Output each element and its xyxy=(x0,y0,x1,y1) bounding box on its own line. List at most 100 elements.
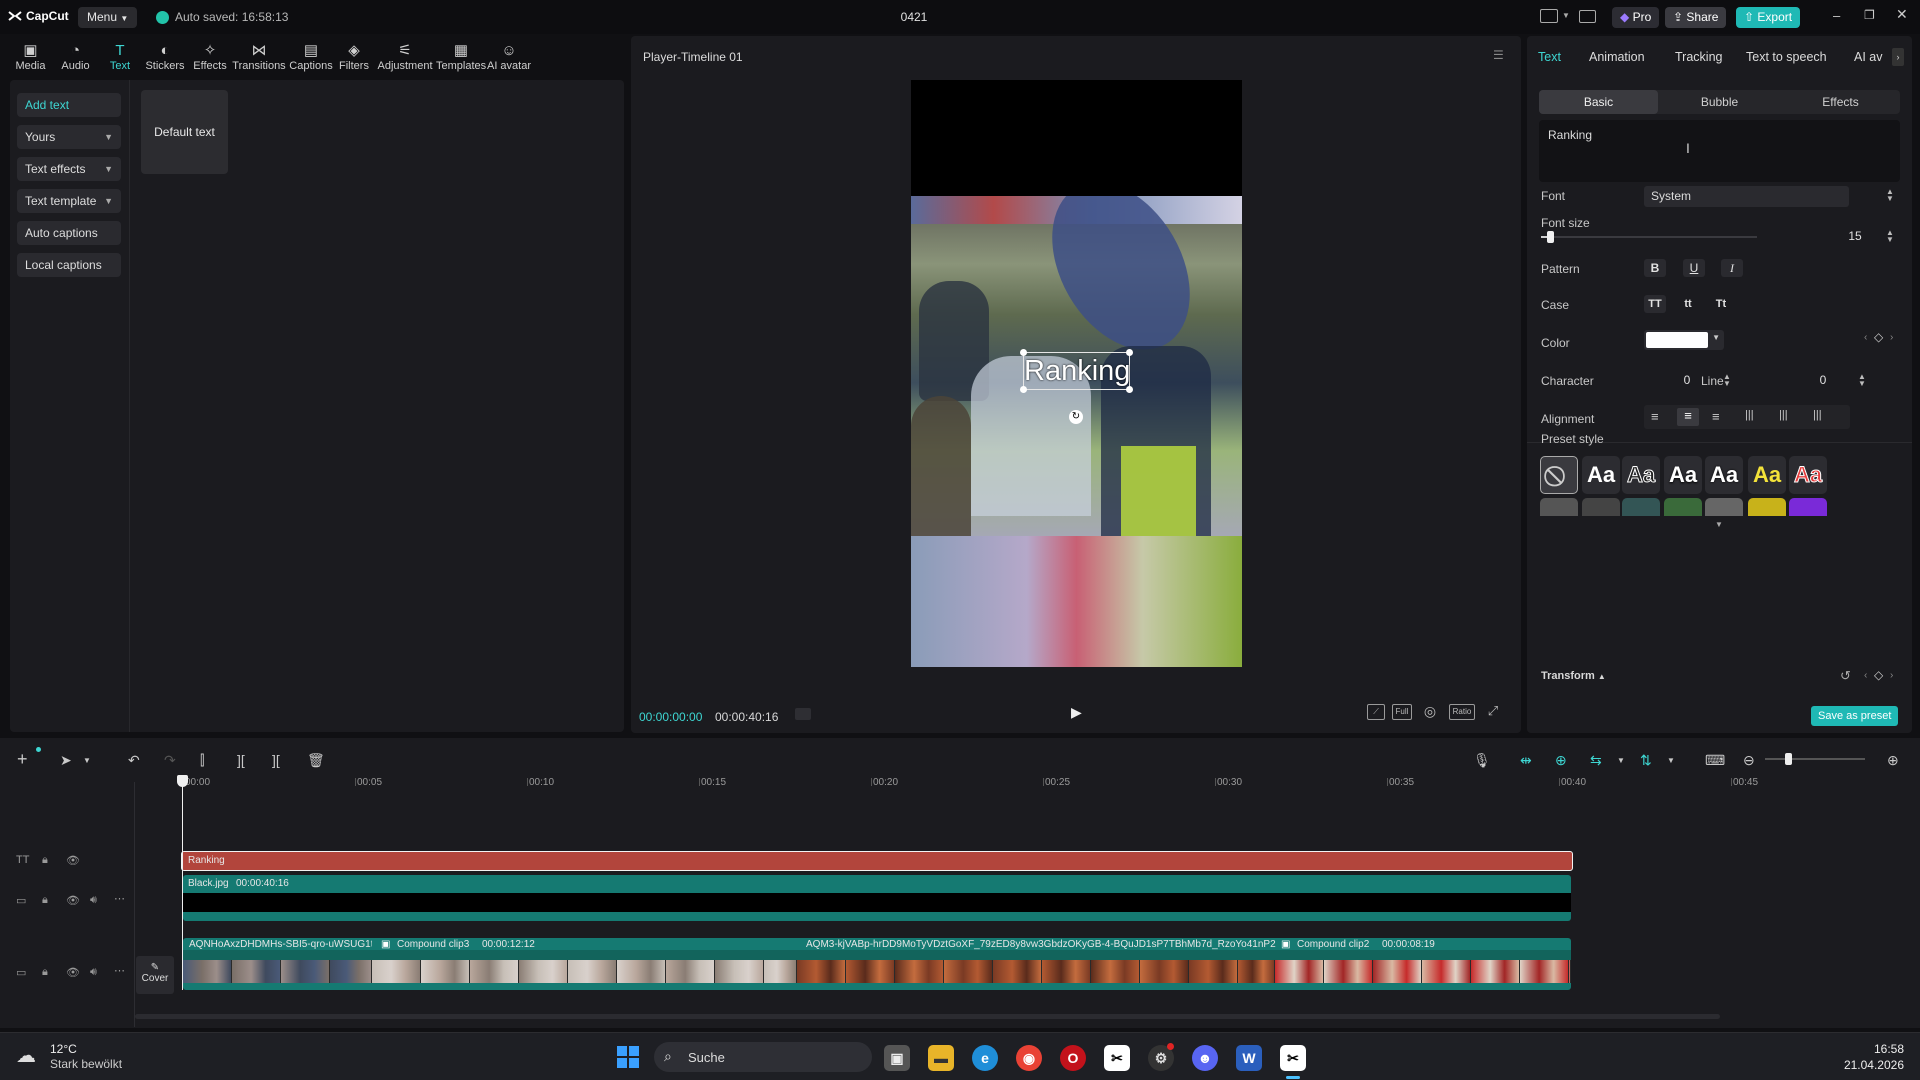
preset-style-5[interactable]: Aa xyxy=(1748,456,1786,494)
tab-tracking[interactable]: Tracking xyxy=(1675,50,1722,64)
preset-style-4[interactable]: Aa xyxy=(1705,456,1743,494)
italic-button[interactable]: I xyxy=(1721,259,1743,277)
pro-button[interactable]: ◆ Pro xyxy=(1612,7,1660,28)
preset-style-1[interactable]: Aa xyxy=(1582,456,1620,494)
split-icon[interactable]: ⫿ xyxy=(200,752,204,769)
weather-temp[interactable]: 12°C xyxy=(50,1042,77,1056)
link-clips-icon[interactable]: ⇹ xyxy=(1520,752,1532,769)
split-right-icon[interactable]: ][ xyxy=(272,752,280,768)
zoom-slider[interactable] xyxy=(1765,753,1865,765)
subtab-effects[interactable]: Effects xyxy=(1781,90,1900,114)
shortcuts-icon[interactable] xyxy=(1579,10,1596,23)
snap-dropdown-icon[interactable]: ▼ xyxy=(1617,756,1625,765)
character-spacing-stepper-icon[interactable]: ▲ ▼ xyxy=(1723,373,1731,388)
eye-icon[interactable]: 👁︎ xyxy=(66,854,80,867)
maximize-icon[interactable]: ❐ xyxy=(1864,8,1875,22)
share-button[interactable]: ⇪ Share xyxy=(1665,7,1727,28)
category-add-text[interactable]: Add text xyxy=(17,93,121,117)
discord-icon[interactable]: ☻ xyxy=(1192,1045,1218,1071)
tool-audio[interactable]: ◔ Audio xyxy=(51,36,100,78)
select-tool-dropdown-icon[interactable]: ▼ xyxy=(83,756,91,765)
font-size-slider-knob[interactable] xyxy=(1546,231,1554,243)
layout-dropdown-icon[interactable]: ▼ xyxy=(1562,11,1570,20)
tab-animation[interactable]: Animation xyxy=(1589,50,1645,64)
font-size-value[interactable]: 15 xyxy=(1845,227,1865,245)
preset-style-row2-5[interactable] xyxy=(1748,498,1786,516)
tool-captions[interactable]: ▤ Captions xyxy=(288,36,334,78)
keyframe-prev-icon[interactable]: ‹ xyxy=(1864,332,1867,343)
tool-adjustment[interactable]: ⚟ Adjustment xyxy=(374,36,436,78)
add-track-icon[interactable]: + xyxy=(17,749,28,770)
transform-keyframe-icon[interactable]: ◇ xyxy=(1874,668,1883,682)
ratio-button[interactable]: Ratio xyxy=(1449,704,1475,720)
lock-icon[interactable]: 🔒︎ xyxy=(42,854,48,867)
subtab-bubble[interactable]: Bubble xyxy=(1660,90,1779,114)
select-tool-icon[interactable]: ➤ xyxy=(60,752,72,769)
tool-filters[interactable]: ◈ Filters xyxy=(334,36,374,78)
eye-icon[interactable]: 👁︎ xyxy=(66,894,80,907)
snapshot-icon[interactable]: ◎ xyxy=(1421,704,1439,720)
tool-stickers[interactable]: ◐ Stickers xyxy=(140,36,190,78)
transform-keyframe-prev-icon[interactable]: ‹ xyxy=(1864,670,1867,681)
transform-section[interactable]: Transform ▲ xyxy=(1541,670,1606,682)
tool-templates[interactable]: ▦ Templates xyxy=(436,36,486,78)
preview-axis-icon[interactable]: ⇅ xyxy=(1640,752,1652,769)
subtitle-icon[interactable]: ⌨ xyxy=(1705,752,1725,769)
underline-button[interactable]: U xyxy=(1683,259,1705,277)
taskbar-search[interactable]: ⌕ Suche xyxy=(654,1042,872,1072)
layout-icon[interactable] xyxy=(1540,9,1558,23)
color-picker[interactable]: ▼ xyxy=(1644,330,1724,350)
player-menu-icon[interactable]: ☰ xyxy=(1493,48,1507,62)
eye-icon[interactable]: 👁︎ xyxy=(66,966,80,979)
preset-none-icon[interactable]: ⃠ xyxy=(1540,456,1578,494)
export-button[interactable]: ⇧ Export xyxy=(1736,7,1801,28)
zoom-out-icon[interactable]: ⊖ xyxy=(1743,752,1755,769)
rotate-handle-icon[interactable]: ↻ xyxy=(1069,410,1083,424)
category-text-effects[interactable]: Text effects ▼ xyxy=(17,157,121,181)
timeline-scrollbar[interactable] xyxy=(135,1014,1720,1019)
split-left-icon[interactable]: ][ xyxy=(237,752,245,768)
playhead[interactable] xyxy=(182,780,183,990)
tab-text-to-speech[interactable]: Text to speech xyxy=(1746,50,1827,64)
cover-button[interactable]: ✎ Cover xyxy=(136,956,174,994)
preset-style-row2-0[interactable] xyxy=(1540,498,1578,516)
category-auto-captions[interactable]: Auto captions xyxy=(17,221,121,245)
tab-ai-avatar[interactable]: AI av xyxy=(1854,50,1883,64)
chevron-right-icon[interactable]: › xyxy=(1892,48,1904,66)
line-spacing-value[interactable]: 0 xyxy=(1813,371,1833,389)
preset-style-6[interactable]: Aa xyxy=(1789,456,1827,494)
preview-axis-dropdown-icon[interactable]: ▼ xyxy=(1667,756,1675,765)
default-text-card[interactable]: Default text xyxy=(141,90,228,174)
more-icon[interactable]: ⋯ xyxy=(114,892,125,905)
font-size-stepper-icon[interactable]: ▲ ▼ xyxy=(1886,229,1894,244)
category-local-captions[interactable]: Local captions xyxy=(17,253,121,277)
category-text-template[interactable]: Text template ▼ xyxy=(17,189,121,213)
preset-style-row2-1[interactable] xyxy=(1582,498,1620,516)
play-icon[interactable]: ▶ xyxy=(1071,704,1082,721)
preset-style-row2-4[interactable] xyxy=(1705,498,1743,516)
close-icon[interactable]: ✕ xyxy=(1896,6,1908,23)
tool-effects[interactable]: ✧ Effects xyxy=(190,36,230,78)
tool-media[interactable]: ▣ Media xyxy=(10,36,51,78)
chrome-icon[interactable]: ◉ xyxy=(1016,1045,1042,1071)
weather-desc[interactable]: Stark bewölkt xyxy=(50,1057,122,1071)
align-top-icon[interactable]: ||| xyxy=(1745,409,1754,421)
transform-keyframe-next-icon[interactable]: › xyxy=(1890,670,1893,681)
playhead-handle[interactable] xyxy=(177,775,188,787)
lock-icon[interactable]: 🔒︎ xyxy=(42,894,48,907)
microphone-icon[interactable]: 🎙 xyxy=(1473,752,1491,769)
word-icon[interactable]: W xyxy=(1236,1045,1262,1071)
case-uppercase-button[interactable]: TT xyxy=(1644,295,1666,313)
minimize-icon[interactable]: – xyxy=(1833,8,1840,23)
line-spacing-stepper-icon[interactable]: ▲ ▼ xyxy=(1858,373,1866,388)
capcut-active-taskbar-icon[interactable]: ✂ xyxy=(1280,1045,1306,1071)
keyframe-diamond-icon[interactable]: ◇ xyxy=(1874,330,1883,344)
timecode-grid-icon[interactable] xyxy=(795,708,811,720)
align-bottom-icon[interactable]: ||| xyxy=(1813,409,1822,421)
resize-handle[interactable] xyxy=(1126,349,1133,356)
preset-style-3[interactable]: Aa xyxy=(1664,456,1702,494)
align-left-icon[interactable]: ≡ xyxy=(1651,409,1659,424)
character-spacing-value[interactable]: 0 xyxy=(1677,371,1697,389)
file-explorer-icon[interactable]: ▬ xyxy=(928,1045,954,1071)
snap-icon[interactable]: ⇆ xyxy=(1590,752,1602,769)
